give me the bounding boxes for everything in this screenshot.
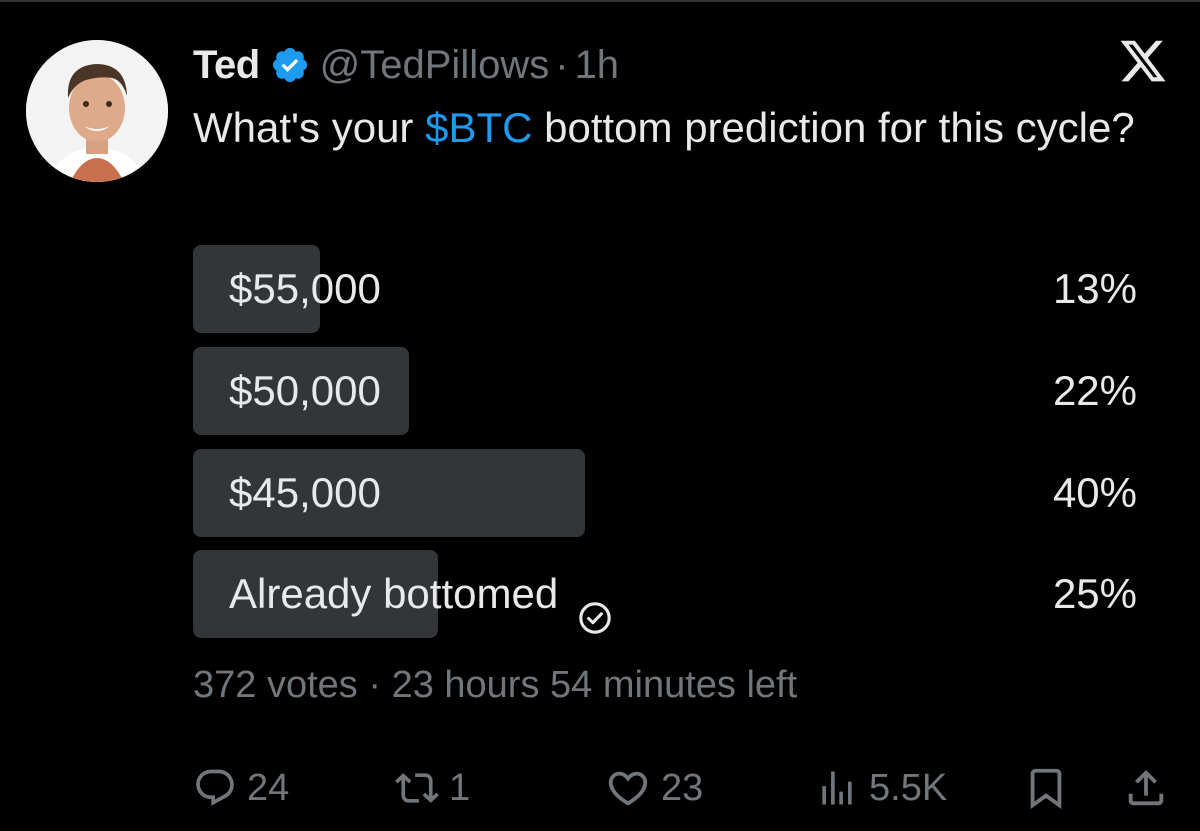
- like-count: 23: [661, 766, 704, 809]
- poll-option-4[interactable]: Already bottomed 25%: [193, 550, 1137, 638]
- poll-option-3[interactable]: $45,000 40%: [193, 449, 1137, 537]
- poll-meta-separator: ·: [368, 664, 382, 706]
- verified-badge-icon: [270, 45, 310, 85]
- poll-option-text: $55,000: [229, 265, 381, 312]
- bookmark-icon: [1023, 765, 1069, 811]
- poll-option-label: $45,000: [229, 449, 381, 537]
- poll-option-text: $50,000: [229, 367, 381, 414]
- views-icon: [815, 766, 859, 810]
- poll-option-label: $55,000: [229, 245, 381, 333]
- reply-count: 24: [247, 766, 290, 809]
- tweet-timestamp[interactable]: 1h: [575, 43, 620, 88]
- top-divider: [0, 0, 1200, 2]
- cashtag-link[interactable]: $BTC: [425, 104, 532, 151]
- poll-option-label: $50,000: [229, 347, 381, 435]
- poll-option-text: Already bottomed: [229, 570, 559, 617]
- tweet-text-after: bottom prediction for this cycle?: [532, 104, 1135, 151]
- repost-icon: [395, 766, 439, 810]
- author-handle[interactable]: @TedPillows: [320, 43, 550, 88]
- poll-option-label: Already bottomed: [229, 550, 612, 638]
- poll-option-text: $45,000: [229, 469, 381, 516]
- poll-option-percent: 13%: [1052, 265, 1137, 312]
- heart-icon: [605, 765, 651, 811]
- views-button[interactable]: 5.5K: [815, 760, 947, 816]
- like-button[interactable]: 23: [605, 760, 703, 816]
- poll-option-2[interactable]: $50,000 22%: [193, 347, 1137, 435]
- poll-option-percent: 25%: [1052, 570, 1137, 617]
- poll-option-1[interactable]: $55,000 13%: [193, 245, 1137, 333]
- poll-votes: 372 votes: [193, 664, 358, 706]
- tweet-text: What's your $BTC bottom prediction for t…: [193, 99, 1173, 157]
- share-icon: [1123, 765, 1169, 811]
- repost-count: 1: [449, 766, 471, 809]
- header-separator: ·: [555, 42, 569, 87]
- author-name[interactable]: Ted: [193, 43, 260, 88]
- repost-button[interactable]: 1: [395, 760, 470, 816]
- poll-option-percent: 22%: [1052, 367, 1137, 414]
- poll-meta: 372 votes · 23 hours 54 minutes left: [193, 664, 797, 707]
- reply-icon: [193, 766, 237, 810]
- bookmark-button[interactable]: [1023, 760, 1069, 816]
- poll-option-percent: 40%: [1052, 469, 1137, 516]
- share-button[interactable]: [1123, 760, 1169, 816]
- reply-button[interactable]: 24: [193, 760, 289, 816]
- poll-time-left: 23 hours 54 minutes left: [391, 664, 798, 706]
- check-circle-icon: [578, 577, 612, 634]
- avatar[interactable]: [26, 40, 168, 182]
- x-logo-icon: [1118, 36, 1168, 86]
- action-bar: 24 1 23 5.5K: [193, 760, 1173, 816]
- tweet-text-before: What's your: [193, 104, 426, 151]
- tweet-header: Ted @TedPillows · 1h: [193, 40, 619, 90]
- views-count: 5.5K: [869, 766, 948, 809]
